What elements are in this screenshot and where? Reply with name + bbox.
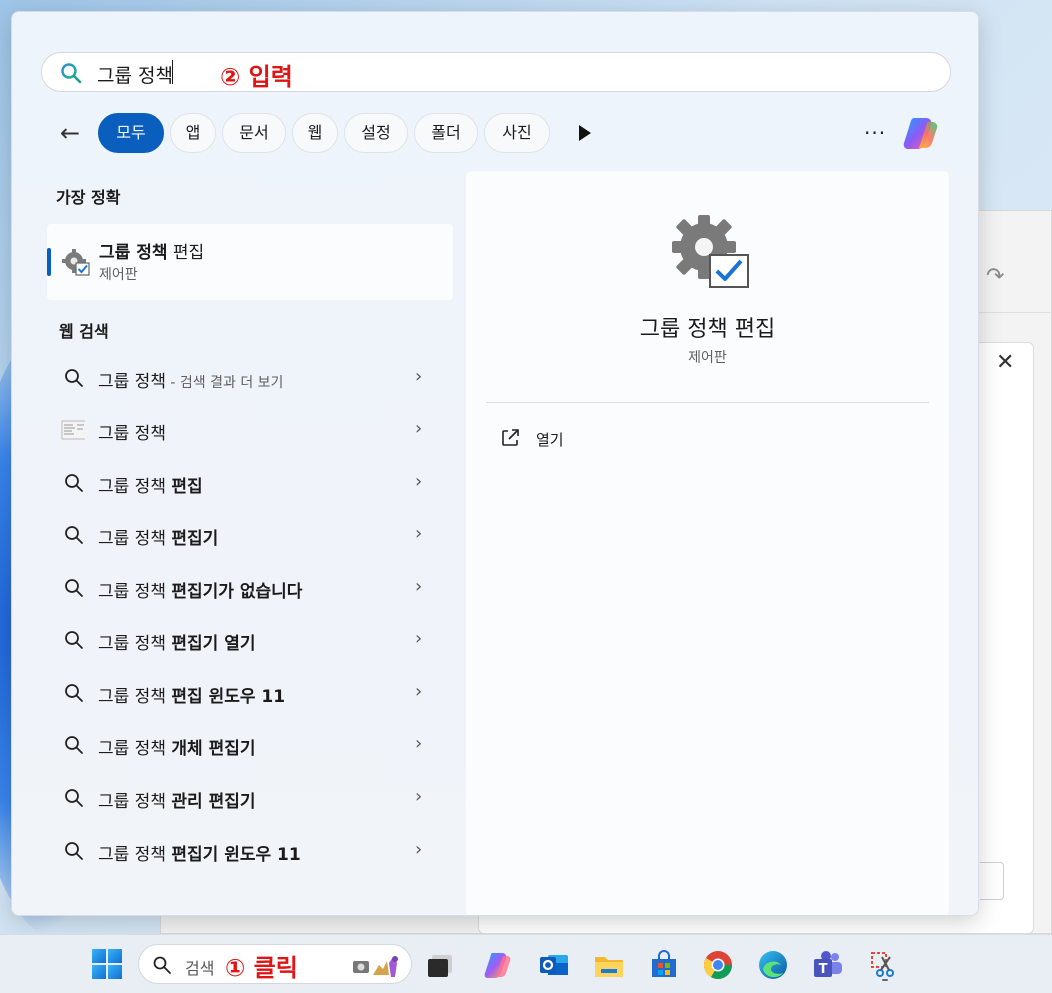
web-result-text: 그룹 정책 편집기 xyxy=(98,529,219,549)
chevron-right-icon: › xyxy=(415,681,423,702)
search-highlight-icon xyxy=(353,956,398,977)
search-icon xyxy=(65,369,83,387)
windows-start-icon[interactable] xyxy=(91,948,123,980)
back-arrow-icon[interactable]: ← xyxy=(52,119,88,147)
edge-icon[interactable] xyxy=(757,949,789,981)
web-result-text: 그룹 정책 편집기가 없습니다 xyxy=(98,582,303,602)
copilot-icon[interactable] xyxy=(482,949,514,981)
web-result-row[interactable]: 그룹 정책 편집기가 없습니다 › xyxy=(47,564,453,614)
chrome-icon[interactable] xyxy=(702,949,734,981)
search-icon xyxy=(65,736,83,754)
chevron-right-icon: › xyxy=(415,366,423,387)
detail-subtitle: 제어판 xyxy=(688,350,727,366)
filter-settings[interactable]: 설정 xyxy=(344,113,408,153)
more-filters-play-icon[interactable] xyxy=(576,123,594,143)
web-result-row[interactable]: 그룹 정책 개체 편집기 › xyxy=(47,721,453,771)
chevron-right-icon: › xyxy=(415,418,423,439)
web-result-text: 그룹 정책 관리 편집기 xyxy=(98,792,256,812)
best-match-title: 그룹 정책 편집 xyxy=(99,243,205,263)
background-input-edge xyxy=(980,862,1004,900)
web-result-row[interactable]: 그룹 정책 편집기 열기 › xyxy=(47,616,453,666)
web-result-text: 그룹 정책 편집기 윈도우 11 xyxy=(98,845,301,865)
filter-all[interactable]: 모두 xyxy=(98,113,164,153)
search-icon xyxy=(65,579,83,597)
more-options-icon[interactable]: ··· xyxy=(864,121,886,145)
detail-pane: 그룹 정책 편집 제어판 열기 xyxy=(466,171,949,915)
chevron-right-icon: › xyxy=(415,523,423,544)
annotation-input: ② 입력 xyxy=(220,63,293,91)
web-result-text: 그룹 정책 편집기 열기 xyxy=(98,634,256,654)
search-icon xyxy=(65,474,83,492)
group-policy-icon xyxy=(62,249,90,276)
chevron-right-icon: › xyxy=(415,576,423,597)
search-icon xyxy=(61,63,82,84)
document-thumbnail-icon xyxy=(61,420,85,440)
web-result-row[interactable]: 그룹 정책 편집기 › xyxy=(47,511,453,561)
web-result-text: 그룹 정책 xyxy=(98,424,166,444)
web-search-heading: 웹 검색 xyxy=(59,322,109,341)
web-result-row[interactable]: 그룹 정책 편집기 윈도우 11 › xyxy=(47,827,453,877)
open-action[interactable]: 열기 xyxy=(536,429,564,450)
web-result-row[interactable]: 그룹 정책 편집 › xyxy=(47,459,453,509)
best-match-subtitle: 제어판 xyxy=(99,267,138,283)
chevron-right-icon: › xyxy=(415,628,423,649)
search-icon xyxy=(65,684,83,702)
search-box[interactable]: 그룹 정책 ② 입력 xyxy=(41,52,951,92)
redo-icon: ↷ xyxy=(986,264,1005,289)
svg-text:T: T xyxy=(819,962,828,977)
background-separator xyxy=(978,312,1052,313)
text-caret xyxy=(172,60,173,84)
best-match-item[interactable]: 그룹 정책 편집 제어판 xyxy=(47,224,453,300)
task-view-icon[interactable] xyxy=(424,949,456,981)
best-match-heading: 가장 정확 xyxy=(56,188,121,207)
microsoft-store-icon[interactable] xyxy=(648,949,680,981)
web-result-row[interactable]: 그룹 정책 관리 편집기 › xyxy=(47,774,453,824)
web-result-row[interactable]: 그룹 정책 편집 윈도우 11 › xyxy=(47,669,453,719)
filter-bar: ← 모두 앱 문서 웹 설정 폴더 사진 ··· xyxy=(52,113,952,153)
detail-title: 그룹 정책 편집 xyxy=(639,317,776,342)
chevron-right-icon: › xyxy=(415,471,423,492)
search-icon xyxy=(65,789,83,807)
search-icon xyxy=(153,956,171,974)
taskbar-search-label: 검색 xyxy=(185,959,215,978)
web-result-text: 그룹 정책 - 검색 결과 더 보기 xyxy=(98,372,284,392)
close-icon[interactable]: ✕ xyxy=(996,350,1014,375)
outlook-icon[interactable] xyxy=(538,949,570,981)
start-search-panel: 그룹 정책 ② 입력 ← 모두 앱 문서 웹 설정 폴더 사진 ··· 가장 정… xyxy=(11,11,979,916)
snipping-tool-icon[interactable] xyxy=(868,949,900,981)
search-icon xyxy=(65,842,83,860)
group-policy-large-icon xyxy=(672,215,749,288)
search-icon xyxy=(65,526,83,544)
filter-web[interactable]: 웹 xyxy=(292,113,338,153)
taskbar: 검색 ① 클릭 T xyxy=(0,934,1052,993)
detail-divider xyxy=(486,402,929,403)
annotation-click: ① 클릭 xyxy=(225,954,298,982)
selection-indicator xyxy=(47,248,51,276)
open-external-icon[interactable] xyxy=(500,428,520,448)
search-icon xyxy=(65,631,83,649)
taskbar-search-box[interactable]: 검색 ① 클릭 xyxy=(138,944,412,984)
chevron-right-icon: › xyxy=(415,839,423,860)
web-result-row[interactable]: 그룹 정책 › xyxy=(47,406,453,456)
copilot-icon[interactable] xyxy=(902,114,942,152)
web-result-text: 그룹 정책 개체 편집기 xyxy=(98,739,256,759)
web-result-text: 그룹 정책 편집 윈도우 11 xyxy=(98,687,286,707)
web-result-row[interactable]: 그룹 정책 - 검색 결과 더 보기 › xyxy=(47,354,453,404)
chevron-right-icon: › xyxy=(415,733,423,754)
search-input[interactable]: 그룹 정책 xyxy=(97,61,173,88)
web-result-text: 그룹 정책 편집 xyxy=(98,477,203,497)
filter-photos[interactable]: 사진 xyxy=(484,113,550,153)
filter-folders[interactable]: 폴더 xyxy=(414,113,478,153)
teams-icon[interactable]: T xyxy=(812,949,844,981)
filter-documents[interactable]: 문서 xyxy=(222,113,286,153)
chevron-right-icon: › xyxy=(415,786,423,807)
filter-apps[interactable]: 앱 xyxy=(170,113,216,153)
file-explorer-icon[interactable] xyxy=(593,949,625,981)
